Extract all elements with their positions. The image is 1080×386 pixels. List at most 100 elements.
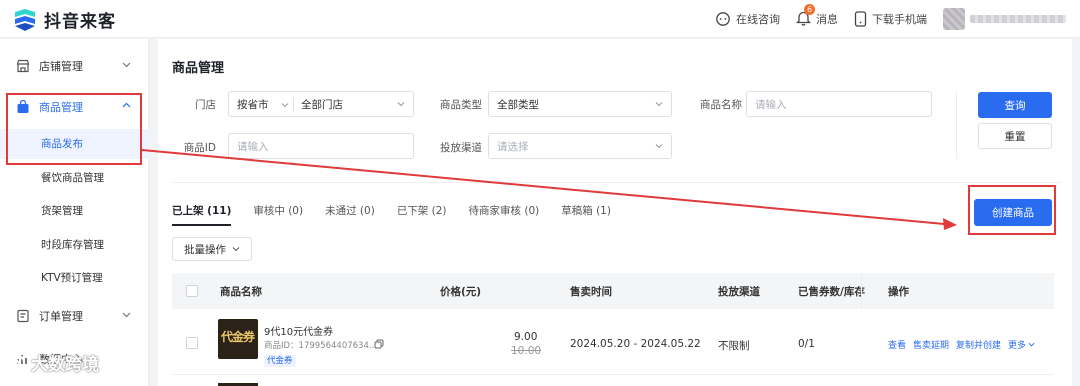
column-header: 售卖时间 [570,286,612,298]
sidebar: 店铺管理 商品管理 商品发布 餐饮商品管理 货架管理 时段库存管理 KTV预订管… [0,39,149,386]
type-value: 全部类型 [497,98,539,111]
column-header: 商品名称 [220,286,262,298]
product-id: 商品ID：17995644076​34... [264,341,377,351]
sale-time: 2024.05.20 - 2024.05.22 [570,338,701,350]
logo-icon [15,8,35,31]
tab-reviewing[interactable]: 审核中 (0) [253,203,303,218]
view-link[interactable]: 查看 [888,341,906,351]
bell-icon: 6 [795,3,816,29]
name-placeholder: 请输入 [755,98,787,111]
column-header: 操作 [888,286,909,298]
channel-select[interactable]: 请选择 [488,133,672,159]
filter-divider [956,91,957,159]
chevron-down-icon [281,103,289,108]
table-row: 代金券 9代10元代金券 商品ID：17995644076​34... 代金券 … [172,309,1054,375]
chevron-down-icon [655,144,663,149]
product-name[interactable]: 9代10元代金券 [264,323,333,338]
id-input[interactable]: 请输入 [228,133,414,159]
thumbnail-text: 代金券 [221,330,255,344]
online-consult-link[interactable]: 在线咨询 [715,11,780,27]
sold-stock: 0/1 [798,338,815,350]
sidebar-group-label: 订单管理 [39,310,83,323]
tab-rejected[interactable]: 未通过 (0) [325,203,375,218]
select-divider [293,97,294,111]
extend-sale-link[interactable]: 售卖延期 [913,341,949,351]
tab-drafts[interactable]: 草稿箱 (1) [561,203,611,218]
download-app-link[interactable]: 下载手机端 [854,11,927,27]
select-all-checkbox[interactable] [186,285,198,297]
copy-create-link[interactable]: 复制并创建 [956,341,1001,351]
page-title: 商品管理 [172,61,225,76]
store-value-select[interactable]: 全部门店 [301,92,343,116]
store-filter[interactable]: 按省市 全部门店 [228,91,414,117]
type-label: 商品类型 [440,99,482,111]
chevron-down-icon [232,247,240,252]
sidebar-group-label: 店铺管理 [39,60,83,73]
product-management-card: 商品管理 门店 按省市 全部门店 商品类型 全部类型 商品名称 请输入 商品ID… [158,39,1072,386]
app-name: 抖音来客 [44,12,116,32]
id-label: 商品ID [183,142,216,154]
store-scope-select[interactable]: 按省市 [237,92,269,116]
product-type-tag: 代金券 [264,355,296,367]
chevron-down-icon [397,102,405,107]
watermark-logo-icon [7,353,25,372]
store-icon [16,59,30,73]
sidebar-item-shelf[interactable]: 货架管理 [0,196,149,226]
reset-button[interactable]: 重置 [978,123,1052,149]
original-price: 10.00 [511,345,542,357]
channel: 不限制 [718,340,750,352]
channel-placeholder: 请选择 [497,140,529,153]
sidebar-item-ktv-booking[interactable]: KTV预订管理 [0,263,149,293]
sidebar-group-store[interactable]: 店铺管理 [0,49,149,83]
headset-icon [716,12,730,26]
column-header: 投放渠道 [718,286,760,298]
table-header: 商品名称 价格(元) 售卖时间 投放渠道 已售券数/库存 操作 [172,273,1054,309]
sidebar-item-time-stock[interactable]: 时段库存管理 [0,230,149,260]
product-thumbnail[interactable]: 代金券 [218,319,258,359]
message-count-badge: 6 [804,3,816,15]
username-blurred [970,15,1066,23]
row-checkbox[interactable] [186,337,198,349]
phone-icon [854,11,867,27]
name-label: 商品名称 [700,99,742,111]
chevron-down-icon [655,102,663,107]
user-menu[interactable] [943,8,1066,30]
tab-merchant-review[interactable]: 待商家审核 (0) [469,203,540,218]
store-label: 门店 [195,99,216,111]
row-actions: 查看 售卖延期 复制并创建 更多 [888,338,1035,351]
annotation-box-create [968,185,1056,235]
messages-link[interactable]: 6 消息 [795,3,838,29]
main-content: 商品管理 门店 按省市 全部门店 商品类型 全部类型 商品名称 请输入 商品ID… [150,39,1080,386]
sidebar-item-dining-products[interactable]: 餐饮商品管理 [0,163,149,193]
download-label: 下载手机端 [872,13,927,26]
channel-label: 投放渠道 [440,142,482,154]
section-divider [172,182,1062,183]
query-button[interactable]: 查询 [978,92,1052,118]
id-placeholder: 请输入 [237,140,269,153]
message-label: 消息 [816,13,838,26]
watermark-text: 大数跨境 [31,355,99,375]
status-tabs: 已上架 (11) 审核中 (0) 未通过 (0) 已下架 (2) 待商家审核 (… [172,203,611,226]
batch-label: 批量操作 [184,243,226,256]
type-select[interactable]: 全部类型 [488,91,672,117]
top-actions: 在线咨询 6 消息 下载手机端 [715,0,1066,38]
watermark: 大数跨境 [6,350,99,375]
consult-label: 在线咨询 [736,13,780,26]
name-input[interactable]: 请输入 [746,91,932,117]
column-header: 价格(元) [440,286,482,298]
column-header: 已售券数/库存 [798,286,865,298]
price: 9.00 [514,331,538,343]
tab-delisted[interactable]: 已下架 (2) [397,203,447,218]
order-icon [17,309,29,323]
chevron-down-icon [122,62,131,68]
chevron-down-icon [122,312,131,318]
copy-icon[interactable] [374,339,384,349]
more-link[interactable]: 更多 [1008,341,1026,351]
annotation-box-sidebar [6,93,142,165]
app-logo[interactable]: 抖音来客 [12,7,116,32]
top-bar: 抖音来客 在线咨询 6 消息 下载手机端 [0,0,1080,38]
batch-actions-dropdown[interactable]: 批量操作 [172,237,252,261]
table-row [172,379,1054,386]
tab-listed[interactable]: 已上架 (11) [172,203,232,226]
sidebar-group-orders[interactable]: 订单管理 [0,299,149,333]
